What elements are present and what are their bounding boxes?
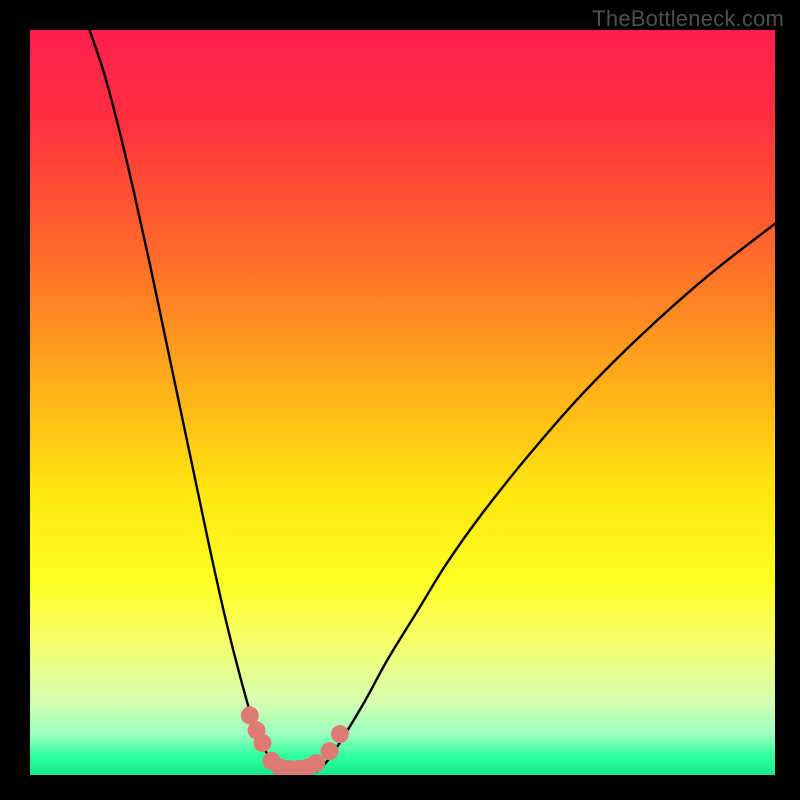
- trough-marker: [320, 742, 338, 760]
- plot-background: [30, 30, 775, 775]
- watermark-text: TheBottleneck.com: [592, 6, 784, 32]
- chart-frame: { "watermark": "TheBottleneck.com", "cha…: [0, 0, 800, 800]
- bottleneck-chart: [0, 0, 800, 800]
- trough-marker: [307, 754, 325, 772]
- trough-marker: [253, 734, 271, 752]
- trough-marker: [331, 725, 349, 743]
